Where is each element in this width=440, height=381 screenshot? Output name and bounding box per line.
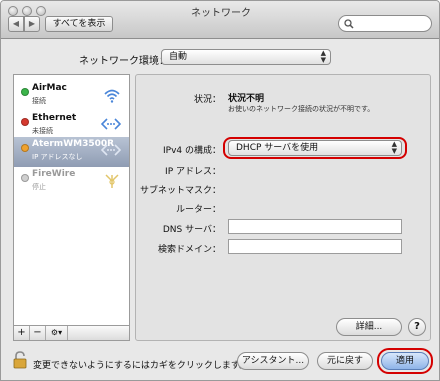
assistant-button[interactable]: アシスタント... <box>237 352 309 370</box>
status-label: 状況： <box>193 95 221 105</box>
back-button[interactable]: ◀ <box>8 16 24 32</box>
gear-menu-button[interactable]: ⚙▾ <box>46 326 68 340</box>
firewire-icon <box>105 174 119 188</box>
service-name: FireWire <box>32 169 76 179</box>
ipv4-config-label: IPv4 の構成： <box>163 146 221 156</box>
apply-button[interactable]: 適用 <box>381 352 429 370</box>
remove-service-button[interactable]: − <box>30 326 46 340</box>
ethernet-icon <box>101 144 121 156</box>
revert-button[interactable]: 元に戻す <box>317 352 373 370</box>
wifi-icon <box>104 89 120 103</box>
service-item-firewire[interactable]: FireWire 停止 <box>14 167 129 197</box>
service-name: AirMac <box>32 83 67 93</box>
popup-arrows-icon: ▲ ▼ <box>391 140 397 155</box>
search-icon <box>344 19 354 29</box>
status-description: お使いのネットワーク接続の状況が不明です。 <box>228 105 375 113</box>
chevron-right-icon: ▶ <box>28 19 36 28</box>
add-service-button[interactable]: + <box>14 326 30 340</box>
router-label: ルーター： <box>175 205 221 215</box>
location-label: ネットワーク環境： <box>79 56 169 67</box>
service-list-toolbar: + − ⚙▾ <box>13 325 130 341</box>
search-domain-label: 検索ドメイン： <box>157 245 221 255</box>
advanced-button[interactable]: 詳細... <box>336 318 402 336</box>
ipv4-config-popup[interactable]: DHCP サーバを使用 ▲ ▼ <box>228 140 402 156</box>
help-icon: ? <box>414 321 420 332</box>
gear-icon: ⚙▾ <box>50 328 63 337</box>
lock-hint-text: 変更できないようにするにはカギをクリックします。 <box>33 361 249 371</box>
ipv4-config-value: DHCP サーバを使用 <box>236 143 319 153</box>
status-dot <box>21 88 29 96</box>
lock-icon[interactable] <box>13 351 27 369</box>
search-domain-field[interactable] <box>228 239 402 254</box>
service-status: 停止 <box>32 183 46 191</box>
service-item-aterm[interactable]: AtermWM3500R IP アドレスなし <box>14 137 129 167</box>
search-input[interactable] <box>338 15 432 32</box>
status-dot <box>21 144 29 152</box>
help-button[interactable]: ? <box>408 318 426 336</box>
show-all-button[interactable]: すべてを表示 <box>45 16 113 32</box>
title-bar: ネットワーク ◀ ▶ すべてを表示 <box>1 1 439 39</box>
location-popup[interactable]: 自動 ▲ ▼ <box>161 49 331 65</box>
network-preferences-window: ネットワーク ◀ ▶ すべてを表示 ネットワーク環境： 自動 ▲ ▼ AirMac… <box>0 0 440 381</box>
dns-server-label: DNS サーバ： <box>162 225 221 235</box>
popup-arrows-icon: ▲ ▼ <box>320 49 326 64</box>
location-value: 自動 <box>169 52 188 62</box>
service-item-airmac[interactable]: AirMac 接続 <box>14 81 129 111</box>
service-list: AirMac 接続 Ethernet 未接続 AtermWM3500R IP ア… <box>13 74 130 326</box>
chevron-left-icon: ◀ <box>12 19 20 28</box>
status-value: 状況不明 <box>228 94 265 104</box>
status-dot <box>21 118 29 126</box>
service-name: Ethernet <box>32 113 77 123</box>
service-status: 接続 <box>32 97 46 105</box>
status-dot <box>21 174 29 182</box>
service-status: IP アドレスなし <box>32 153 83 161</box>
service-detail-panel: 状況： 状況不明 お使いのネットワーク接続の状況が不明です。 IPv4 の構成：… <box>135 74 431 341</box>
ip-address-label: IP アドレス： <box>165 167 221 177</box>
dns-server-field[interactable] <box>228 219 402 234</box>
service-status: 未接続 <box>32 127 53 135</box>
forward-button[interactable]: ▶ <box>24 16 40 32</box>
subnet-mask-label: サブネットマスク： <box>139 186 221 196</box>
ethernet-icon <box>101 118 121 130</box>
